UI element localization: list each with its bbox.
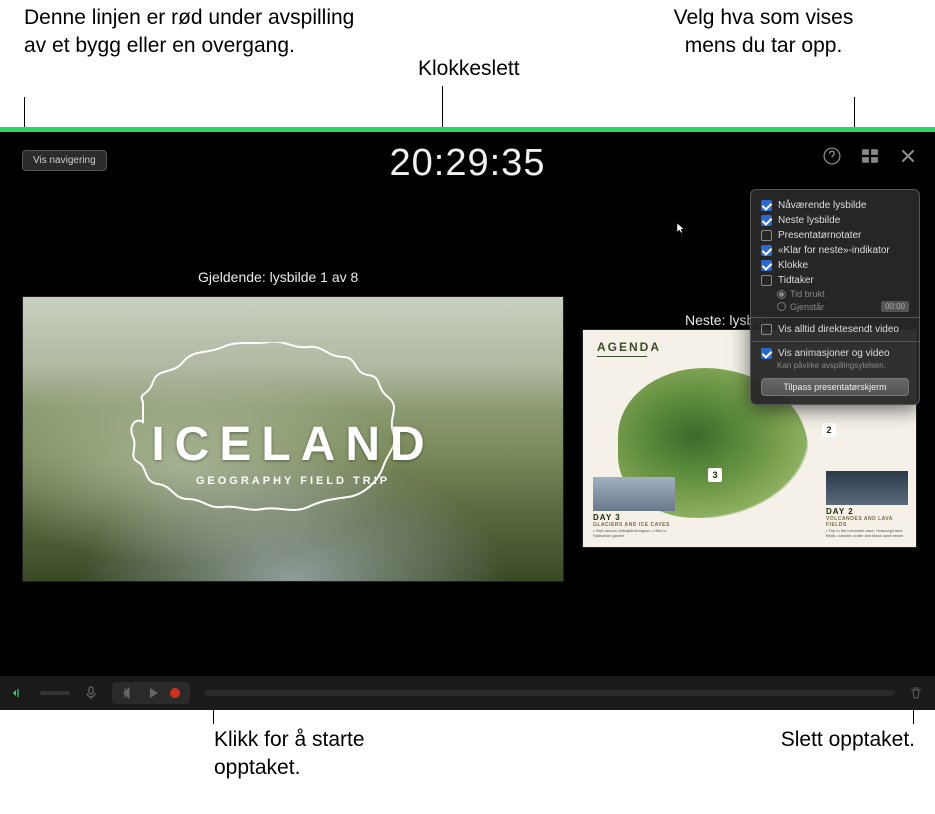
current-slide-preview: ICELAND GEOGRAPHY FIELD TRIP [22, 296, 564, 582]
checkbox-icon[interactable] [761, 200, 772, 211]
help-icon[interactable] [823, 147, 841, 165]
slide-subtitle: GEOGRAPHY FIELD TRIP [23, 475, 563, 487]
audio-level-icon [12, 686, 26, 700]
callout-record: Klikk for å starte opptaket. [214, 726, 414, 783]
radio-label: Gjenstår [790, 302, 824, 312]
day3-card: DAY 3 GLACIERS AND ICE CAVES • Visit var… [593, 477, 675, 539]
option-label: Vis alltid direktesendt video [778, 324, 899, 335]
checkbox-icon[interactable] [761, 275, 772, 286]
option-ready-indicator[interactable]: «Klar for neste»-indikator [751, 243, 919, 258]
map-marker-2: 2 [822, 423, 836, 437]
option-anim-note: Kan påvirke avspillingsytelsen. [751, 361, 919, 372]
radio-icon[interactable] [777, 290, 786, 299]
radio-icon[interactable] [777, 302, 786, 311]
microphone-icon[interactable] [84, 686, 98, 700]
option-label: Klokke [778, 260, 808, 271]
presenter-display: Vis navigering 20:29:35 Gjeldende: lysbi… [0, 132, 935, 710]
day2-text: • Trip to the Þórsmörk area, Hvannagil l… [826, 529, 908, 539]
callout-delete: Slett opptaket. [720, 726, 915, 754]
agenda-divider [597, 356, 647, 357]
option-clock[interactable]: Klokke [751, 258, 919, 273]
callout-red-line: Denne linjen er rød under avspilling av … [24, 4, 364, 61]
day2-sub: VOLCANOES AND LAVA FIELDS [826, 516, 908, 528]
day2-label: DAY 2 [826, 507, 908, 516]
rewind-icon[interactable] [122, 686, 136, 700]
checkbox-icon[interactable] [761, 260, 772, 271]
checkbox-icon[interactable] [761, 215, 772, 226]
trash-icon[interactable] [909, 686, 923, 700]
record-button[interactable] [170, 688, 180, 698]
radio-label: Tid brukt [790, 289, 825, 299]
mouse-cursor-icon [676, 222, 688, 234]
day3-label: DAY 3 [593, 513, 675, 522]
radio-time-remaining[interactable]: Gjenstår 00:00 [751, 300, 919, 313]
option-presenter-notes[interactable]: Presentatørnotater [751, 228, 919, 243]
checkbox-icon[interactable] [761, 324, 772, 335]
option-label: Neste lysbilde [778, 215, 840, 226]
checkbox-icon[interactable] [761, 230, 772, 241]
divider [751, 317, 919, 318]
option-label: «Klar for neste»-indikator [778, 245, 890, 256]
clock-time: 20:29:35 [0, 142, 935, 185]
option-label: Nåværende lysbilde [778, 200, 866, 211]
play-icon[interactable] [146, 686, 160, 700]
checkbox-icon[interactable] [761, 245, 772, 256]
agenda-title: AGENDA [597, 340, 661, 354]
checkbox-icon[interactable] [761, 348, 772, 359]
audio-meter [40, 691, 70, 695]
option-animations[interactable]: Vis animasjoner og video [751, 346, 919, 361]
recording-timeline[interactable] [204, 690, 895, 696]
customize-presenter-display-button[interactable]: Tilpass presentatørskjerm [761, 378, 909, 396]
time-badge: 00:00 [881, 301, 909, 312]
option-label: Tidtaker [778, 275, 814, 286]
playback-controls [112, 682, 190, 704]
display-options-popover: Nåværende lysbilde Neste lysbilde Presen… [750, 189, 920, 405]
option-label: Presentatørnotater [778, 230, 861, 241]
callout-options: Velg hva som vises mens du tar opp. [656, 4, 871, 61]
day3-text: • Visit various Vatnajökull lagoon • Hik… [593, 529, 675, 539]
close-icon[interactable] [899, 147, 917, 165]
option-next-slide[interactable]: Neste lysbilde [751, 213, 919, 228]
divider [751, 341, 919, 342]
day2-thumb [826, 471, 908, 505]
callout-line [24, 97, 25, 127]
option-timer[interactable]: Tidtaker [751, 273, 919, 288]
recording-toolbar [0, 676, 935, 710]
callout-clock: Klokkeslett [418, 55, 520, 83]
day2-card: DAY 2 VOLCANOES AND LAVA FIELDS • Trip t… [826, 471, 908, 539]
day3-thumb [593, 477, 675, 511]
current-slide-label: Gjeldende: lysbilde 1 av 8 [198, 269, 358, 285]
option-current-slide[interactable]: Nåværende lysbilde [751, 198, 919, 213]
map-marker-3: 3 [708, 468, 722, 482]
layout-options-icon[interactable] [861, 147, 879, 165]
radio-time-elapsed[interactable]: Tid brukt [751, 288, 919, 300]
slide-title: ICELAND [23, 417, 563, 472]
option-label: Vis animasjoner og video [778, 348, 890, 359]
option-live-video[interactable]: Vis alltid direktesendt video [751, 322, 919, 337]
